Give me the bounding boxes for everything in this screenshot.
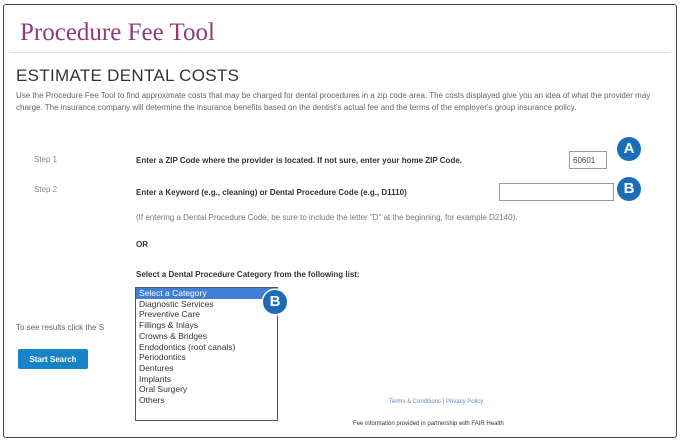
zip-instruction: Enter a ZIP Code where the provider is l… — [136, 156, 462, 165]
category-option[interactable]: Crowns & Bridges — [136, 331, 277, 342]
step2-label: Step 2 — [34, 185, 58, 194]
category-option[interactable]: Preventive Care — [136, 309, 277, 320]
callout-badge-b-keyword: B — [617, 177, 641, 201]
step1-label: Step 1 — [34, 155, 58, 164]
category-instruction: Select a Dental Procedure Category from … — [136, 270, 360, 279]
intro-text: Use the Procedure Fee Tool to find appro… — [16, 91, 651, 112]
keyword-input[interactable] — [499, 183, 614, 201]
category-option[interactable]: Periodontics — [136, 352, 277, 363]
keyword-instruction: Enter a Keyword (e.g., cleaning) or Dent… — [136, 188, 407, 197]
category-option[interactable]: Implants — [136, 374, 277, 385]
start-search-button[interactable]: Start Search — [18, 349, 88, 369]
callout-badge-a: A — [617, 137, 641, 161]
or-label: OR — [136, 240, 148, 249]
category-option[interactable]: Endodontics (root canals) — [136, 342, 277, 353]
category-option[interactable]: Select a Category — [136, 288, 277, 299]
category-option[interactable]: Others — [136, 395, 277, 406]
zip-code-input[interactable] — [569, 151, 607, 169]
page-title: Procedure Fee Tool — [20, 19, 215, 46]
category-option[interactable]: Diagnostic Services — [136, 299, 277, 310]
section-heading: ESTIMATE DENTAL COSTS — [16, 66, 240, 85]
terms-link[interactable]: Terms & Conditions — [389, 399, 441, 405]
footer-links: Terms & Conditions | Privacy Policy — [389, 399, 483, 405]
footer-separator: | — [442, 399, 445, 405]
search-instruction: To see results click the S — [16, 323, 105, 332]
keyword-hint: (If entering a Dental Procedure Code, be… — [136, 213, 518, 222]
footer-note: Fee information provided in partnership … — [353, 421, 504, 427]
category-option[interactable]: Dentures — [136, 363, 277, 374]
category-option[interactable]: Oral Surgery — [136, 384, 277, 395]
privacy-link[interactable]: Privacy Policy — [446, 399, 483, 405]
category-option[interactable]: Fillings & Inlays — [136, 320, 277, 331]
title-divider — [10, 52, 670, 53]
window-frame: Procedure Fee Tool ESTIMATE DENTAL COSTS… — [3, 4, 677, 438]
category-listbox[interactable]: Select a Category Diagnostic Services Pr… — [135, 287, 278, 421]
callout-badge-b-category: B — [263, 290, 287, 314]
